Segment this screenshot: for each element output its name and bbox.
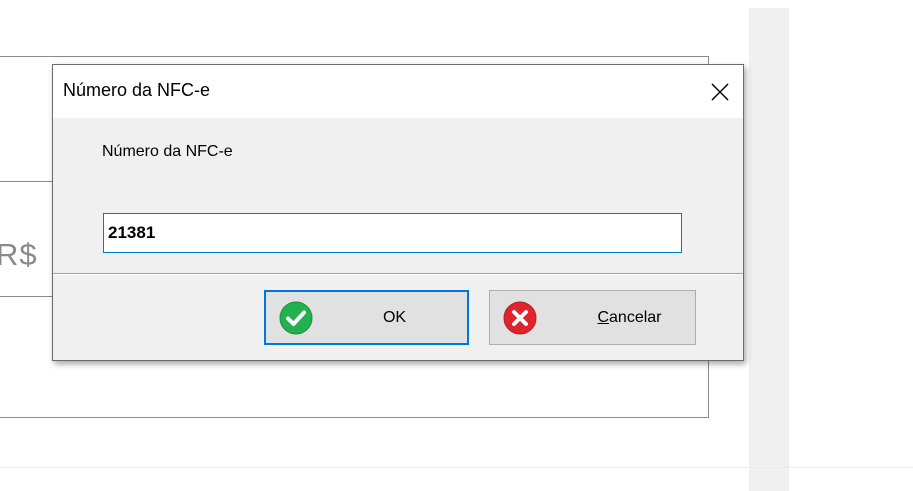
cancel-button-label: Cancelar: [490, 309, 695, 327]
prompt-label: Número da NFC-e: [102, 143, 233, 160]
dialog-titlebar[interactable]: Número da NFC-e: [53, 65, 743, 118]
nfce-number-input[interactable]: [103, 213, 682, 253]
dialog-title: Número da NFC-e: [63, 80, 211, 100]
dialog-separator-highlight: [53, 274, 743, 275]
background-side-strip: [749, 8, 789, 491]
close-icon: [711, 83, 729, 101]
screen: R$ Número da NFC-e Número da NFC-e 21381…: [0, 0, 913, 491]
background-bottom-line: [0, 467, 913, 468]
close-button[interactable]: [697, 65, 743, 118]
ok-button-label: OK: [382, 308, 407, 326]
background-currency-label: R$: [0, 237, 38, 272]
ok-button[interactable]: OK: [264, 290, 469, 345]
nfce-number-dialog: Número da NFC-e Número da NFC-e 21381 OK…: [52, 64, 744, 361]
cancel-mnemonic: C: [597, 308, 610, 326]
cancel-label-rest: ancelar: [609, 308, 662, 326]
cancel-button[interactable]: Cancelar: [489, 290, 696, 345]
